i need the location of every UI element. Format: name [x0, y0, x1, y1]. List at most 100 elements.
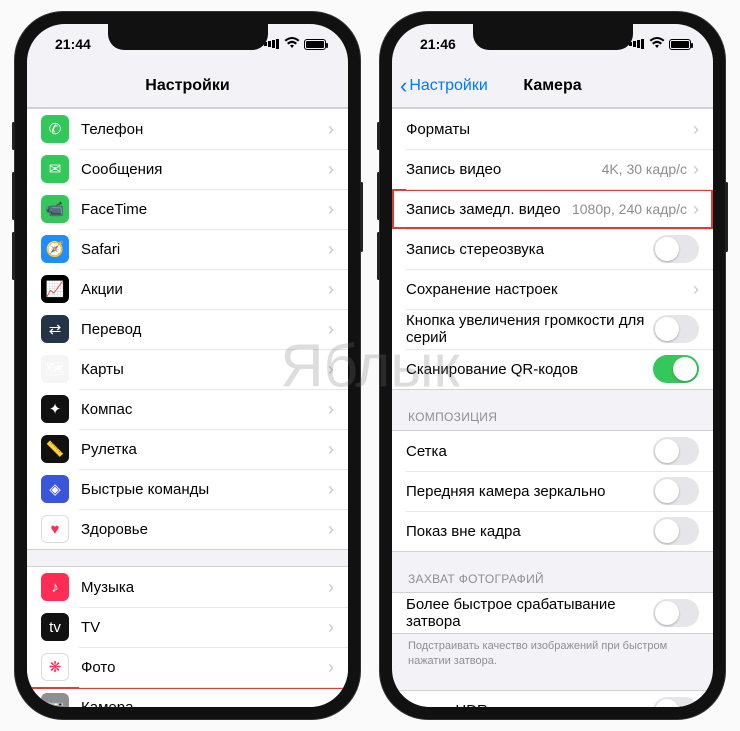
- camera-settings-list[interactable]: Форматы›Запись видео4K, 30 кадр/с›Запись…: [392, 108, 713, 707]
- settings-row-view-outside-frame[interactable]: Показ вне кадра: [392, 511, 713, 551]
- toggle-scan-qr[interactable]: [653, 355, 699, 383]
- row-value: 1080p, 240 кадр/с: [572, 201, 687, 217]
- row-label: TV: [81, 619, 328, 636]
- shortcuts-icon: ◈: [41, 475, 69, 503]
- row-label: Перевод: [81, 321, 328, 338]
- notch: [108, 24, 268, 50]
- row-label: Сохранение настроек: [406, 281, 693, 298]
- row-label: Камера: [81, 699, 328, 708]
- tv-icon: tv: [41, 613, 69, 641]
- music-icon: ♪: [41, 573, 69, 601]
- row-value: 4K, 30 кадр/с: [602, 161, 687, 177]
- row-label: Телефон: [81, 121, 328, 138]
- settings-row-facetime[interactable]: 📹FaceTime›: [27, 189, 348, 229]
- row-label: Сетка: [406, 443, 653, 460]
- settings-list[interactable]: ✆Телефон›✉Сообщения›📹FaceTime›🧭Safari›📈А…: [27, 108, 348, 707]
- chevron-right-icon: ›: [328, 239, 334, 260]
- phone-icon: ✆: [41, 115, 69, 143]
- page-title: Камера: [523, 77, 581, 95]
- health-icon: ♥: [41, 515, 69, 543]
- stocks-icon: 📈: [41, 275, 69, 303]
- settings-row-stocks[interactable]: 📈Акции›: [27, 269, 348, 309]
- row-label: Передняя камера зеркально: [406, 483, 653, 500]
- chevron-right-icon: ›: [328, 657, 334, 678]
- row-label: Музыка: [81, 579, 328, 596]
- back-button[interactable]: ‹ Настройки: [400, 75, 488, 97]
- chevron-right-icon: ›: [328, 697, 334, 708]
- settings-row-music[interactable]: ♪ Музыка›: [27, 567, 348, 607]
- settings-row-measure[interactable]: 📏Рулетка›: [27, 429, 348, 469]
- settings-row-maps[interactable]: 🗺Карты›: [27, 349, 348, 389]
- chevron-right-icon: ›: [693, 119, 699, 140]
- row-label: Запись замедл. видео: [406, 201, 572, 218]
- settings-row-health[interactable]: ♥ Здоровье›: [27, 509, 348, 549]
- settings-row-photos[interactable]: ❋ Фото›: [27, 647, 348, 687]
- chevron-right-icon: ›: [328, 359, 334, 380]
- settings-row-grid[interactable]: Сетка: [392, 431, 713, 471]
- chevron-right-icon: ›: [693, 199, 699, 220]
- chevron-right-icon: ›: [328, 319, 334, 340]
- settings-row-scan-qr[interactable]: Сканирование QR-кодов: [392, 349, 713, 389]
- chevron-right-icon: ›: [328, 519, 334, 540]
- translate-icon: ⇄: [41, 315, 69, 343]
- row-label: Более быстрое срабатывание затвора: [406, 596, 653, 630]
- settings-row-faster-shutter[interactable]: Более быстрое срабатывание затвора: [392, 593, 713, 633]
- settings-row-translate[interactable]: ⇄ Перевод›: [27, 309, 348, 349]
- chevron-right-icon: ›: [328, 439, 334, 460]
- settings-row-shortcuts[interactable]: ◈ Быстрые команды›: [27, 469, 348, 509]
- section-footer: Подстраивать качество изображений при бы…: [392, 634, 713, 674]
- settings-row-mirror-front[interactable]: Передняя камера зеркально: [392, 471, 713, 511]
- row-label: Кнопка увеличения громкости для серий: [406, 312, 653, 346]
- row-label: Запись видео: [406, 161, 602, 178]
- maps-icon: 🗺: [41, 355, 69, 383]
- row-label: Компас: [81, 401, 328, 418]
- chevron-right-icon: ›: [693, 159, 699, 180]
- row-label: Смарт-HDR: [406, 702, 653, 707]
- chevron-right-icon: ›: [328, 479, 334, 500]
- settings-row-record-slomo[interactable]: Запись замедл. видео1080p, 240 кадр/с ›: [392, 189, 713, 229]
- navbar: Настройки: [27, 64, 348, 108]
- settings-row-record-video[interactable]: Запись видео4K, 30 кадр/с ›: [392, 149, 713, 189]
- settings-row-safari[interactable]: 🧭Safari›: [27, 229, 348, 269]
- measure-icon: 📏: [41, 435, 69, 463]
- settings-row-messages[interactable]: ✉Сообщения›: [27, 149, 348, 189]
- chevron-right-icon: ›: [328, 617, 334, 638]
- toggle-faster-shutter[interactable]: [653, 599, 699, 627]
- wifi-icon: [649, 36, 665, 52]
- facetime-icon: 📹: [41, 195, 69, 223]
- settings-row-volume-burst[interactable]: Кнопка увеличения громкости для серий: [392, 309, 713, 349]
- settings-row-stereo-sound[interactable]: Запись стереозвука: [392, 229, 713, 269]
- compass-icon: ✦: [41, 395, 69, 423]
- chevron-right-icon: ›: [328, 119, 334, 140]
- toggle-smart-hdr[interactable]: [653, 697, 699, 707]
- settings-row-compass[interactable]: ✦Компас›: [27, 389, 348, 429]
- phone-frame-right: 21:46 ‹ Настройки Камера Форматы›Запись …: [380, 12, 725, 719]
- toggle-volume-burst[interactable]: [653, 315, 699, 343]
- chevron-right-icon: ›: [328, 279, 334, 300]
- settings-row-camera[interactable]: 📷Камера›: [27, 687, 348, 707]
- section-header: КОМПОЗИЦИЯ: [392, 406, 713, 430]
- settings-row-formats[interactable]: Форматы›: [392, 109, 713, 149]
- settings-row-phone[interactable]: ✆ Телефон›: [27, 109, 348, 149]
- settings-row-preserve-settings[interactable]: Сохранение настроек›: [392, 269, 713, 309]
- row-label: FaceTime: [81, 201, 328, 218]
- settings-row-tv[interactable]: tv TV›: [27, 607, 348, 647]
- toggle-grid[interactable]: [653, 437, 699, 465]
- navbar: ‹ Настройки Камера: [392, 64, 713, 108]
- row-label: Сканирование QR-кодов: [406, 361, 653, 378]
- clock: 21:44: [55, 36, 91, 52]
- chevron-right-icon: ›: [693, 279, 699, 300]
- chevron-right-icon: ›: [328, 159, 334, 180]
- photos-icon: ❋: [41, 653, 69, 681]
- row-label: Быстрые команды: [81, 481, 328, 498]
- phone-frame-left: 21:44 Настройки ✆Телефон›✉Сообщения›📹Fac…: [15, 12, 360, 719]
- toggle-mirror-front[interactable]: [653, 477, 699, 505]
- chevron-left-icon: ‹: [400, 75, 407, 97]
- toggle-view-outside-frame[interactable]: [653, 517, 699, 545]
- row-label: Здоровье: [81, 521, 328, 538]
- row-label: Форматы: [406, 121, 693, 138]
- toggle-stereo-sound[interactable]: [653, 235, 699, 263]
- settings-row-smart-hdr[interactable]: Смарт-HDR: [392, 691, 713, 707]
- chevron-right-icon: ›: [328, 577, 334, 598]
- row-label: Фото: [81, 659, 328, 676]
